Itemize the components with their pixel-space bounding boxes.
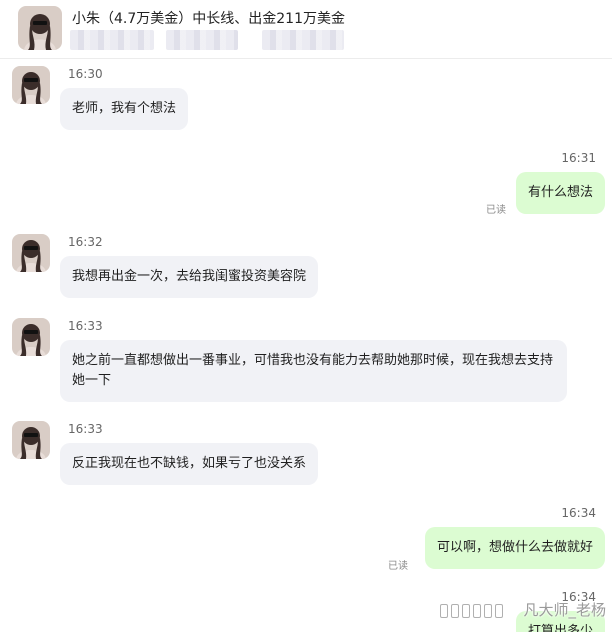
chat-header: 小朱（4.7万美金）中长线、出金211万美金 [0,0,612,59]
message-bubble[interactable]: 老师，我有个想法 [60,88,189,130]
watermark-text: 凡大师_老杨 [523,601,606,619]
sender-avatar[interactable] [12,234,50,272]
message-time: 16:31 [561,151,596,165]
message-time: 16:30 [68,67,103,81]
contact-avatar[interactable] [18,6,62,50]
read-status: 已读 [486,205,506,216]
read-status: 已读 [388,561,408,572]
message-bubble[interactable]: 我想再出金一次，去给我闺蜜投资美容院 [60,256,319,298]
message-bubble[interactable]: 反正我现在也不缺钱，如果亏了也没关系 [60,443,319,485]
message-time: 16:32 [68,235,103,249]
message-bubble[interactable]: 她之前一直都想做出一番事业，可惜我也没有能力去帮助她那时候，现在我想去支持她一下 [60,340,567,402]
watermark-logo [440,604,503,618]
message-bubble[interactable]: 可以啊，想做什么去做就好 [424,527,605,569]
chat-window: 小朱（4.7万美金）中长线、出金211万美金 16:30 老师，我有个想法 16… [0,0,612,632]
message-time: 16:33 [68,422,103,436]
sender-avatar[interactable] [12,318,50,356]
sender-avatar[interactable] [12,421,50,459]
blurred-info [166,30,238,50]
message-bubble[interactable]: 有什么想法 [515,172,605,214]
blurred-info [70,30,154,50]
message-time: 16:33 [68,319,103,333]
chat-title: 小朱（4.7万美金）中长线、出金211万美金 [72,11,345,27]
blurred-info [262,30,344,50]
message-time: 16:34 [561,506,596,520]
sender-avatar[interactable] [12,66,50,104]
